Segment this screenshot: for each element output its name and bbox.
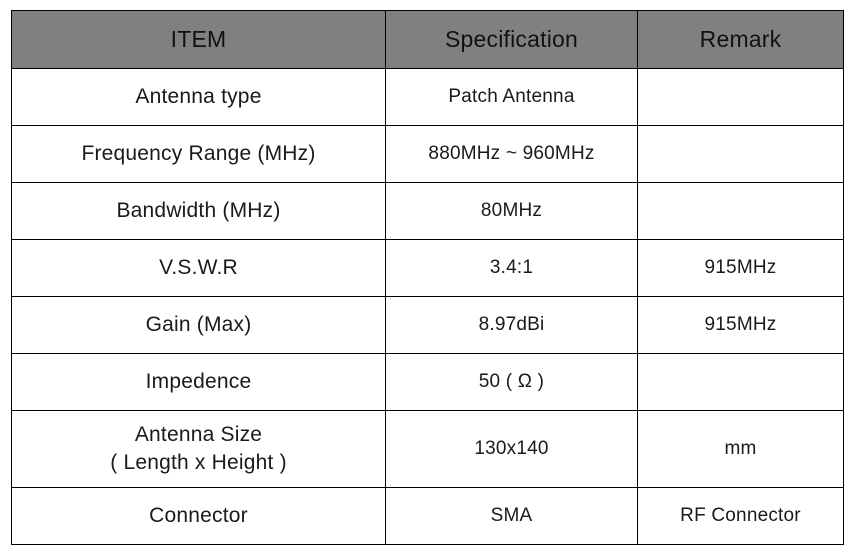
table-row: Impedence 50 ( Ω )	[11, 353, 844, 411]
cell-remark: mm	[637, 410, 844, 488]
cell-remark: 915MHz	[637, 296, 844, 354]
cell-specification: 8.97dBi	[385, 296, 638, 354]
cell-remark	[637, 68, 844, 126]
cell-item: V.S.W.R	[11, 239, 386, 297]
cell-item: Bandwidth (MHz)	[11, 182, 386, 240]
cell-remark: 915MHz	[637, 239, 844, 297]
cell-specification: SMA	[385, 487, 638, 545]
cell-item: Impedence	[11, 353, 386, 411]
cell-item-line-2: ( Length x Height )	[110, 451, 287, 474]
cell-item: Antenna Size ( Length x Height )	[11, 410, 386, 488]
table-row: V.S.W.R 3.4:1 915MHz	[11, 239, 844, 297]
cell-remark	[637, 353, 844, 411]
cell-remark: RF Connector	[637, 487, 844, 545]
cell-remark	[637, 125, 844, 183]
cell-item: Gain (Max)	[11, 296, 386, 354]
table-header-row: ITEM Specification Remark	[11, 10, 844, 69]
cell-remark	[637, 182, 844, 240]
table-row: Antenna Size ( Length x Height ) 130x140…	[11, 410, 844, 488]
table-header: ITEM Specification Remark	[11, 10, 844, 69]
table-row: Bandwidth (MHz) 80MHz	[11, 182, 844, 240]
column-header-remark: Remark	[637, 10, 844, 69]
column-header-item: ITEM	[11, 10, 386, 69]
cell-specification: 80MHz	[385, 182, 638, 240]
table-row: Connector SMA RF Connector	[11, 487, 844, 545]
cell-item: Frequency Range (MHz)	[11, 125, 386, 183]
table-body: Antenna type Patch Antenna Frequency Ran…	[11, 68, 844, 545]
cell-specification: Patch Antenna	[385, 68, 638, 126]
cell-item: Connector	[11, 487, 386, 545]
table-row: Gain (Max) 8.97dBi 915MHz	[11, 296, 844, 354]
cell-specification: 130x140	[385, 410, 638, 488]
cell-item: Antenna type	[11, 68, 386, 126]
cell-specification: 880MHz ~ 960MHz	[385, 125, 638, 183]
cell-item-line-1: Antenna Size	[134, 422, 263, 446]
antenna-specification-table: ITEM Specification Remark Antenna type P…	[11, 10, 844, 545]
table-row: Antenna type Patch Antenna	[11, 68, 844, 126]
table-row: Frequency Range (MHz) 880MHz ~ 960MHz	[11, 125, 844, 183]
specification-table-container: ITEM Specification Remark Antenna type P…	[11, 10, 844, 545]
cell-specification: 3.4:1	[385, 239, 638, 297]
column-header-specification: Specification	[385, 10, 638, 69]
cell-specification: 50 ( Ω )	[385, 353, 638, 411]
